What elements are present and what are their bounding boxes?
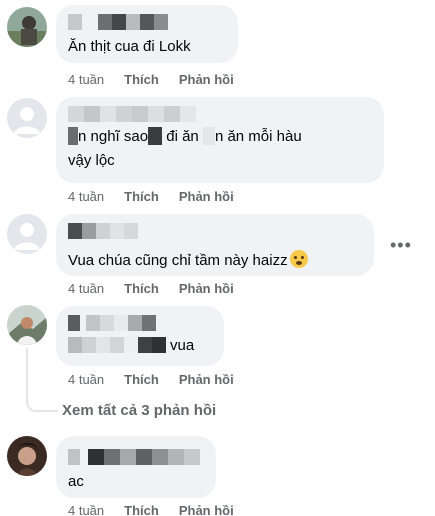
worried-face-emoji-icon xyxy=(289,250,308,268)
comment-time[interactable]: 4 tuần xyxy=(68,72,104,88)
comment-bubble: Vua chúa cũng chỉ tầm này haizz xyxy=(56,214,374,276)
comment-text-line1: n nghĩ sao đi ăn n ăn mỗi hàu xyxy=(68,127,372,147)
commenter-name-redacted[interactable] xyxy=(68,448,204,466)
avatar[interactable] xyxy=(7,436,47,476)
comment-meta: 4 tuần Thích Phản hồi xyxy=(68,372,254,388)
like-button[interactable]: Thích xyxy=(124,372,159,388)
comment-time[interactable]: 4 tuần xyxy=(68,372,104,388)
like-button[interactable]: Thích xyxy=(124,503,159,516)
commenter-name-redacted[interactable] xyxy=(68,314,212,332)
avatar-default[interactable] xyxy=(7,214,47,254)
reply-button[interactable]: Phản hồi xyxy=(179,281,234,297)
comment-text-line2: vậy lộc xyxy=(68,152,115,169)
more-options-icon[interactable]: ••• xyxy=(390,236,412,254)
comment-time[interactable]: 4 tuần xyxy=(68,281,104,297)
comment-text: ac xyxy=(68,473,84,490)
comment-bubble: ac xyxy=(56,436,216,498)
comment-meta: 4 tuần Thích Phản hồi xyxy=(68,189,254,205)
reply-button[interactable]: Phản hồi xyxy=(179,72,234,88)
comment-meta: 4 tuần Thích Phản hồi xyxy=(68,72,254,88)
like-button[interactable]: Thích xyxy=(124,281,159,297)
comment-time[interactable]: 4 tuần xyxy=(68,189,104,205)
comment-bubble: n nghĩ sao đi ăn n ăn mỗi hàu vậy lộc xyxy=(56,97,384,183)
comment-text: Vua chúa cũng chỉ tầm này haizz xyxy=(68,250,362,271)
comment-meta: 4 tuần Thích Phản hồi xyxy=(68,281,254,297)
avatar[interactable] xyxy=(7,7,47,47)
thread-connector xyxy=(26,348,58,412)
commenter-name-redacted[interactable] xyxy=(68,105,372,123)
comment-bubble: Ăn thịt cua đi Lokk xyxy=(56,5,238,63)
commenter-name-redacted[interactable] xyxy=(68,13,226,31)
comment-bubble: vua xyxy=(56,306,224,366)
comment-text: vua xyxy=(68,336,212,356)
like-button[interactable]: Thích xyxy=(124,189,159,205)
avatar-default[interactable] xyxy=(7,98,47,138)
commenter-name-redacted[interactable] xyxy=(68,222,362,240)
comment-meta: 4 tuần Thích Phản hồi xyxy=(68,503,254,516)
avatar[interactable] xyxy=(7,305,47,345)
reply-button[interactable]: Phản hồi xyxy=(179,503,234,516)
reply-button[interactable]: Phản hồi xyxy=(179,372,234,388)
like-button[interactable]: Thích xyxy=(124,72,159,88)
comment-text: Ăn thịt cua đi Lokk xyxy=(68,38,191,55)
view-all-replies-link[interactable]: Xem tất cả 3 phản hồi xyxy=(62,402,216,419)
reply-button[interactable]: Phản hồi xyxy=(179,189,234,205)
comment-time[interactable]: 4 tuần xyxy=(68,503,104,516)
